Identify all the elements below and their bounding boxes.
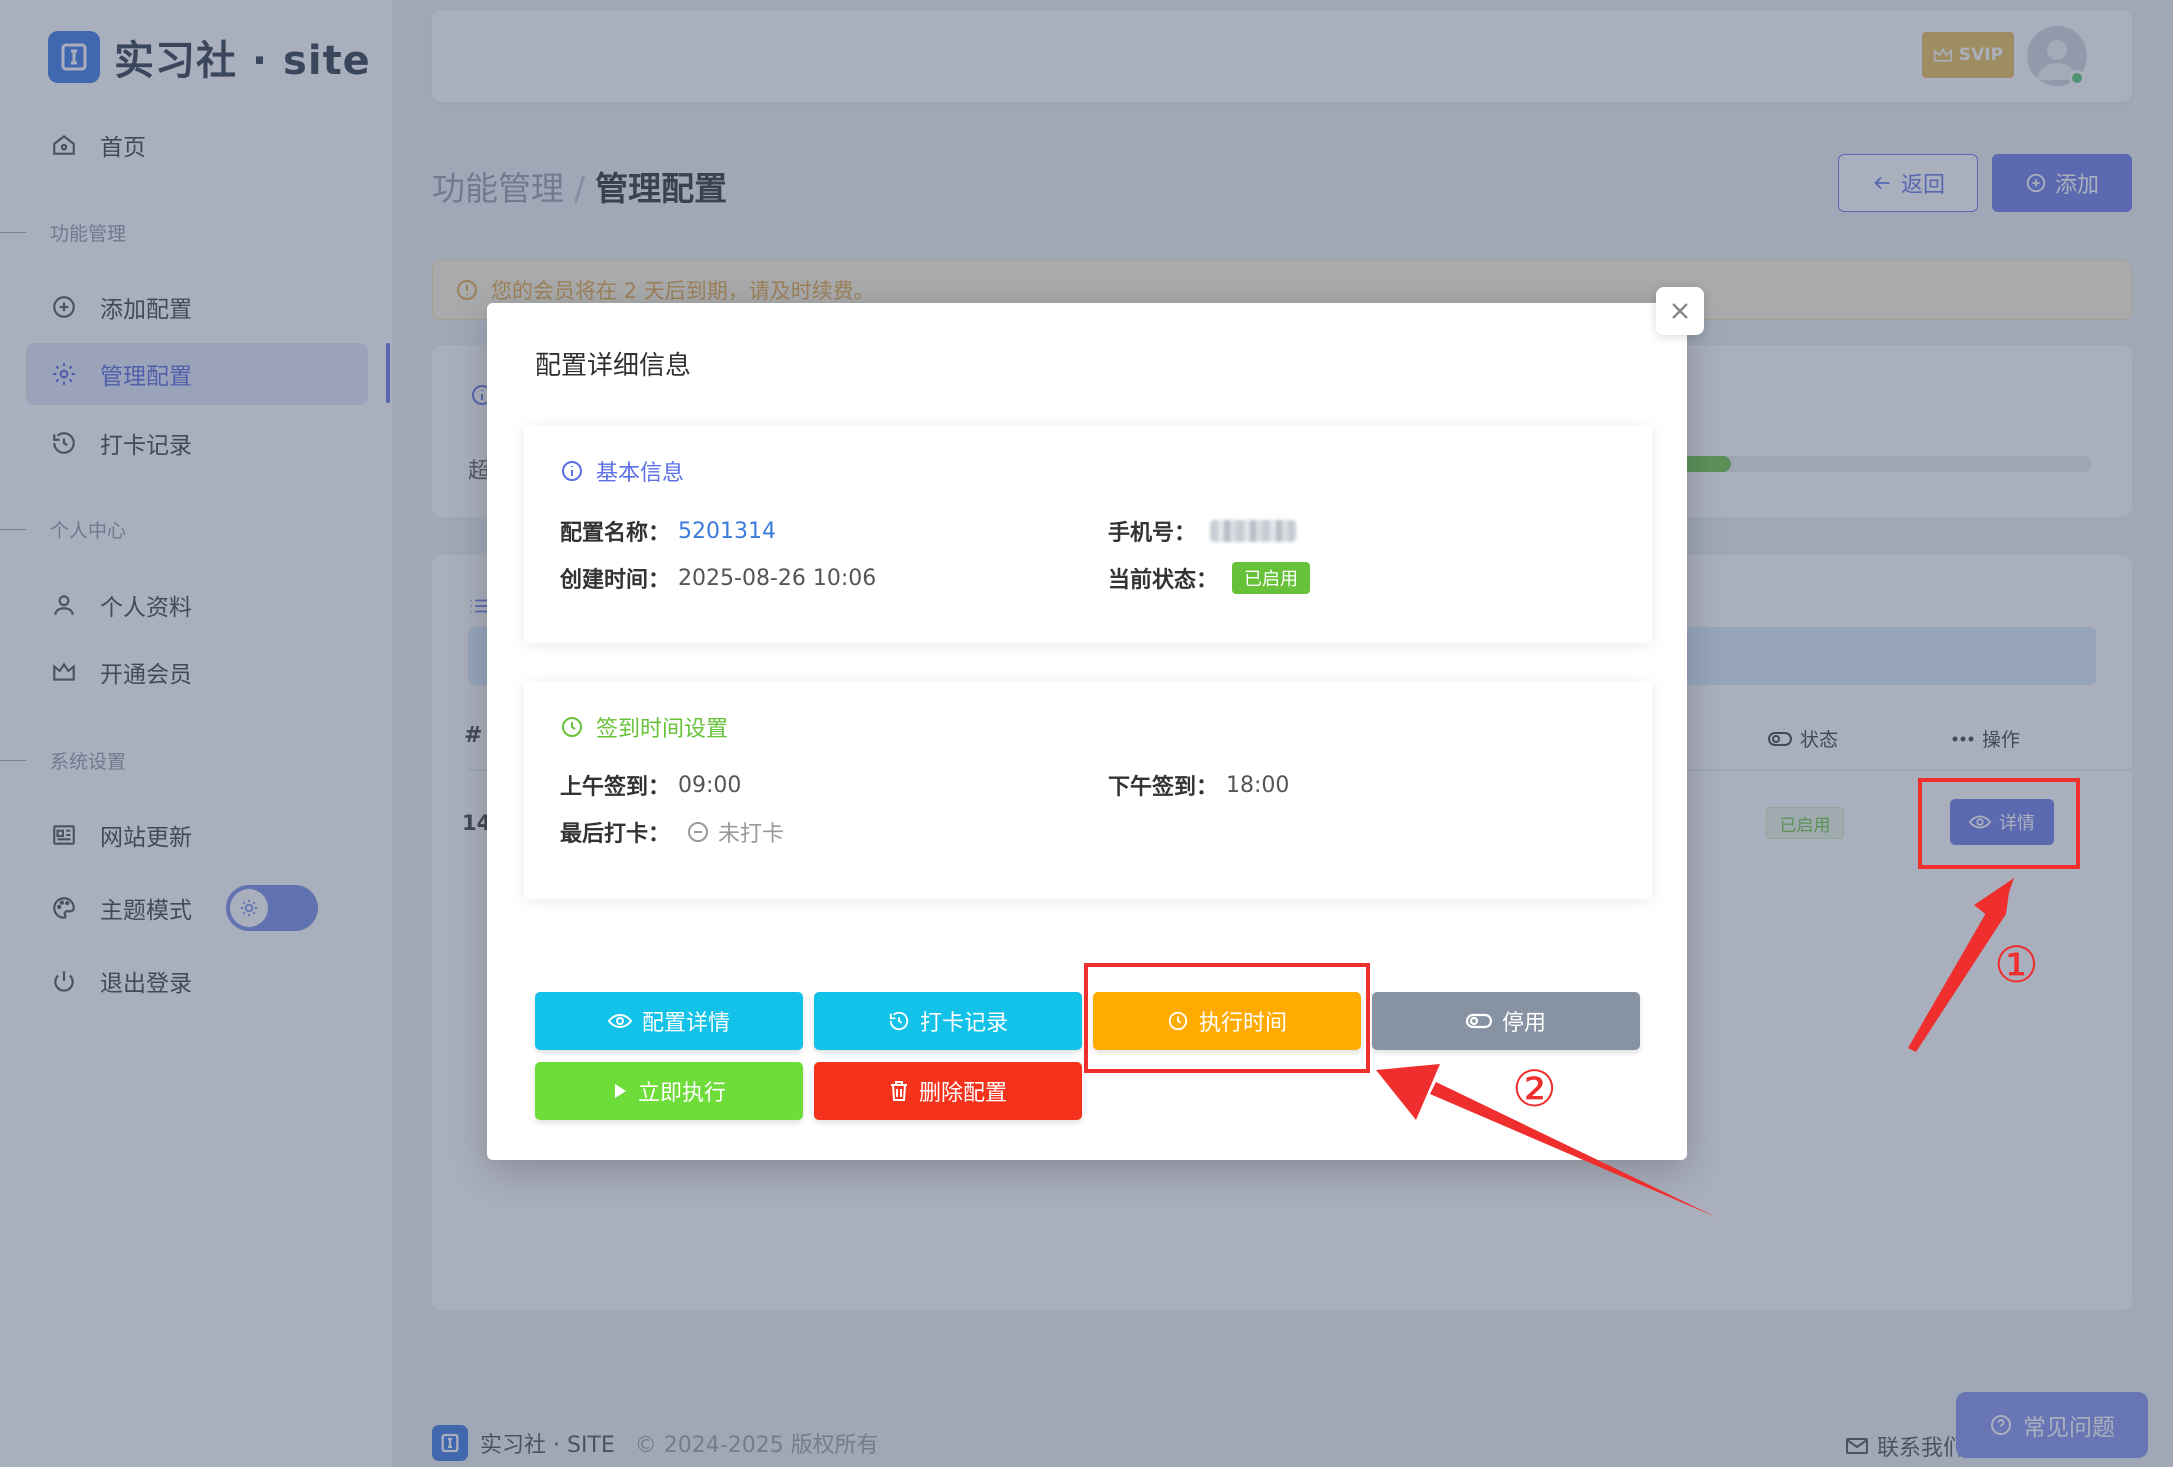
annotation-arrow-2 xyxy=(1430,1082,1718,1218)
annotation-arrow-1-head xyxy=(1974,878,2014,924)
annotation-arrow-2-head xyxy=(1376,1064,1440,1120)
annotation-arrows xyxy=(1376,878,2014,1218)
